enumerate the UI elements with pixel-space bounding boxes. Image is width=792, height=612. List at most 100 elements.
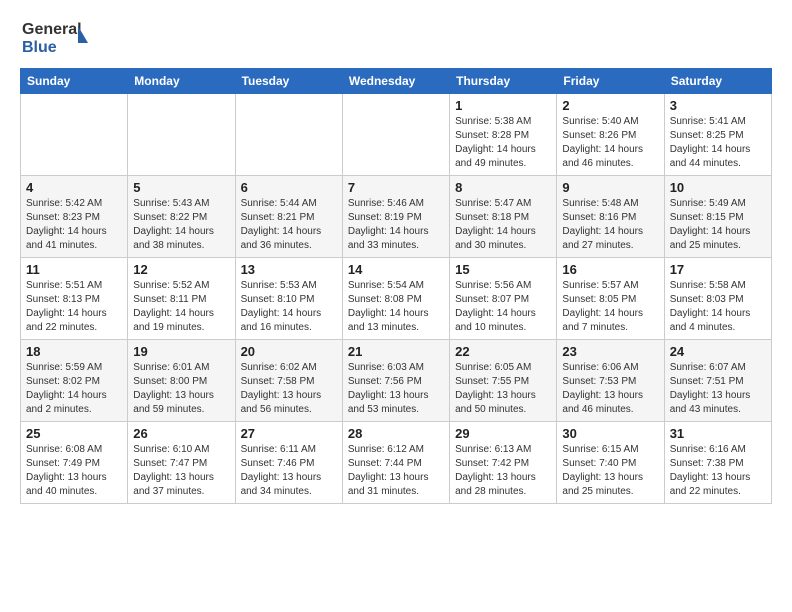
day-number: 15	[455, 262, 551, 277]
calendar-cell: 21Sunrise: 6:03 AM Sunset: 7:56 PM Dayli…	[342, 340, 449, 422]
week-row-5: 25 Sunrise: 6:08 AM Sunset: 7:49 PM Dayli…	[21, 422, 772, 504]
day-number: 2	[562, 98, 658, 113]
day-info: Sunrise: 6:08 AM Sunset: 7:49 PM Dayligh…	[26, 443, 122, 499]
day-number: 17	[670, 262, 766, 277]
day-number: 9	[562, 180, 658, 195]
day-number: 28	[348, 426, 444, 441]
day-number: 21	[348, 344, 444, 359]
day-number: 20	[241, 344, 337, 359]
calendar-cell: 10 Sunrise: 5:49 AM Sunset: 8:15 PM Dayli…	[664, 176, 771, 258]
week-row-2: 4 Sunrise: 5:42 AM Sunset: 8:23 PM Daylig…	[21, 176, 772, 258]
calendar-cell: 19Sunrise: 6:01 AM Sunset: 8:00 PM Dayli…	[128, 340, 235, 422]
day-info: Sunrise: 5:52 AM Sunset: 8:11 PM Dayligh…	[133, 279, 229, 335]
day-number: 26	[133, 426, 229, 441]
logo: GeneralBlue	[20, 16, 90, 58]
weekday-header-monday: Monday	[128, 69, 235, 94]
calendar-cell: 26 Sunrise: 6:10 AM Sunset: 7:47 PM Dayli…	[128, 422, 235, 504]
day-info: Sunrise: 5:38 AM Sunset: 8:28 PM Dayligh…	[455, 115, 551, 171]
calendar-table: SundayMondayTuesdayWednesdayThursdayFrid…	[20, 68, 772, 504]
weekday-header-wednesday: Wednesday	[342, 69, 449, 94]
day-info: Sunrise: 5:58 AM Sunset: 8:03 PM Dayligh…	[670, 279, 766, 335]
day-number: 29	[455, 426, 551, 441]
day-info: Sunrise: 5:49 AM Sunset: 8:15 PM Dayligh…	[670, 197, 766, 253]
day-info: Sunrise: 6:13 AM Sunset: 7:42 PM Dayligh…	[455, 443, 551, 499]
day-number: 4	[26, 180, 122, 195]
day-info: Sunrise: 5:42 AM Sunset: 8:23 PM Dayligh…	[26, 197, 122, 253]
calendar-cell: 2 Sunrise: 5:40 AM Sunset: 8:26 PM Daylig…	[557, 94, 664, 176]
day-number: 23	[562, 344, 658, 359]
calendar-cell: 18 Sunrise: 5:59 AM Sunset: 8:02 PM Dayli…	[21, 340, 128, 422]
day-number: 1	[455, 98, 551, 113]
calendar-cell: 14Sunrise: 5:54 AM Sunset: 8:08 PM Dayli…	[342, 258, 449, 340]
day-number: 10	[670, 180, 766, 195]
day-info: Sunrise: 5:59 AM Sunset: 8:02 PM Dayligh…	[26, 361, 122, 417]
calendar-cell: 20 Sunrise: 6:02 AM Sunset: 7:58 PM Dayli…	[235, 340, 342, 422]
day-info: Sunrise: 5:53 AM Sunset: 8:10 PM Dayligh…	[241, 279, 337, 335]
day-info: Sunrise: 5:40 AM Sunset: 8:26 PM Dayligh…	[562, 115, 658, 171]
day-number: 6	[241, 180, 337, 195]
day-info: Sunrise: 6:05 AM Sunset: 7:55 PM Dayligh…	[455, 361, 551, 417]
calendar-cell: 23 Sunrise: 6:06 AM Sunset: 7:53 PM Dayli…	[557, 340, 664, 422]
calendar-cell	[21, 94, 128, 176]
calendar-cell: 12 Sunrise: 5:52 AM Sunset: 8:11 PM Dayli…	[128, 258, 235, 340]
weekday-header-sunday: Sunday	[21, 69, 128, 94]
weekday-header-tuesday: Tuesday	[235, 69, 342, 94]
day-info: Sunrise: 6:15 AM Sunset: 7:40 PM Dayligh…	[562, 443, 658, 499]
day-info: Sunrise: 5:44 AM Sunset: 8:21 PM Dayligh…	[241, 197, 337, 253]
day-info: Sunrise: 5:43 AM Sunset: 8:22 PM Dayligh…	[133, 197, 229, 253]
calendar-cell: 6 Sunrise: 5:44 AM Sunset: 8:21 PM Daylig…	[235, 176, 342, 258]
calendar-cell: 13 Sunrise: 5:53 AM Sunset: 8:10 PM Dayli…	[235, 258, 342, 340]
day-info: Sunrise: 5:48 AM Sunset: 8:16 PM Dayligh…	[562, 197, 658, 253]
day-number: 31	[670, 426, 766, 441]
day-number: 12	[133, 262, 229, 277]
calendar-cell: 9 Sunrise: 5:48 AM Sunset: 8:16 PM Daylig…	[557, 176, 664, 258]
logo-svg: GeneralBlue	[20, 16, 90, 58]
day-info: Sunrise: 6:02 AM Sunset: 7:58 PM Dayligh…	[241, 361, 337, 417]
calendar-cell: 17 Sunrise: 5:58 AM Sunset: 8:03 PM Dayli…	[664, 258, 771, 340]
day-number: 13	[241, 262, 337, 277]
weekday-header-row: SundayMondayTuesdayWednesdayThursdayFrid…	[21, 69, 772, 94]
calendar-cell: 5 Sunrise: 5:43 AM Sunset: 8:22 PM Daylig…	[128, 176, 235, 258]
day-number: 18	[26, 344, 122, 359]
weekday-header-friday: Friday	[557, 69, 664, 94]
day-number: 22	[455, 344, 551, 359]
week-row-1: 1 Sunrise: 5:38 AM Sunset: 8:28 PM Daylig…	[21, 94, 772, 176]
day-number: 27	[241, 426, 337, 441]
day-number: 24	[670, 344, 766, 359]
calendar-cell: 1 Sunrise: 5:38 AM Sunset: 8:28 PM Daylig…	[450, 94, 557, 176]
calendar-cell: 30 Sunrise: 6:15 AM Sunset: 7:40 PM Dayli…	[557, 422, 664, 504]
day-number: 25	[26, 426, 122, 441]
svg-text:General: General	[22, 21, 82, 38]
day-number: 3	[670, 98, 766, 113]
calendar-cell: 28 Sunrise: 6:12 AM Sunset: 7:44 PM Dayli…	[342, 422, 449, 504]
calendar-cell: 4 Sunrise: 5:42 AM Sunset: 8:23 PM Daylig…	[21, 176, 128, 258]
day-number: 5	[133, 180, 229, 195]
day-number: 16	[562, 262, 658, 277]
svg-text:Blue: Blue	[22, 39, 57, 56]
day-info: Sunrise: 6:07 AM Sunset: 7:51 PM Dayligh…	[670, 361, 766, 417]
day-info: Sunrise: 6:01 AM Sunset: 8:00 PM Dayligh…	[133, 361, 229, 417]
day-info: Sunrise: 6:06 AM Sunset: 7:53 PM Dayligh…	[562, 361, 658, 417]
day-info: Sunrise: 6:11 AM Sunset: 7:46 PM Dayligh…	[241, 443, 337, 499]
calendar-cell	[128, 94, 235, 176]
calendar-cell: 29 Sunrise: 6:13 AM Sunset: 7:42 PM Dayli…	[450, 422, 557, 504]
calendar-cell: 25 Sunrise: 6:08 AM Sunset: 7:49 PM Dayli…	[21, 422, 128, 504]
day-info: Sunrise: 6:16 AM Sunset: 7:38 PM Dayligh…	[670, 443, 766, 499]
day-number: 7	[348, 180, 444, 195]
day-info: Sunrise: 5:57 AM Sunset: 8:05 PM Dayligh…	[562, 279, 658, 335]
header: GeneralBlue	[20, 16, 772, 58]
calendar-cell	[235, 94, 342, 176]
day-info: Sunrise: 6:12 AM Sunset: 7:44 PM Dayligh…	[348, 443, 444, 499]
day-info: Sunrise: 5:41 AM Sunset: 8:25 PM Dayligh…	[670, 115, 766, 171]
weekday-header-thursday: Thursday	[450, 69, 557, 94]
day-info: Sunrise: 5:51 AM Sunset: 8:13 PM Dayligh…	[26, 279, 122, 335]
weekday-header-saturday: Saturday	[664, 69, 771, 94]
calendar-cell: 11Sunrise: 5:51 AM Sunset: 8:13 PM Dayli…	[21, 258, 128, 340]
calendar-cell	[342, 94, 449, 176]
day-number: 30	[562, 426, 658, 441]
calendar-cell: 22 Sunrise: 6:05 AM Sunset: 7:55 PM Dayli…	[450, 340, 557, 422]
day-number: 14	[348, 262, 444, 277]
day-info: Sunrise: 6:10 AM Sunset: 7:47 PM Dayligh…	[133, 443, 229, 499]
calendar-cell: 8Sunrise: 5:47 AM Sunset: 8:18 PM Daylig…	[450, 176, 557, 258]
calendar-cell: 27 Sunrise: 6:11 AM Sunset: 7:46 PM Dayli…	[235, 422, 342, 504]
